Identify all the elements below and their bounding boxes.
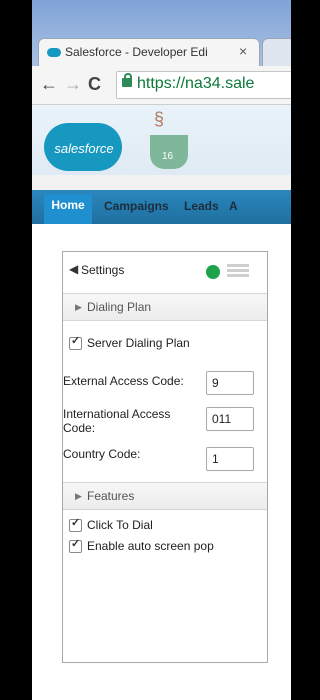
browser-tab-salesforce[interactable]: Salesforce - Developer Edi × xyxy=(38,38,260,67)
mascot-mug-icon: 16 xyxy=(150,135,188,169)
click-to-dial-checkbox[interactable] xyxy=(69,516,82,532)
new-tab-button[interactable] xyxy=(262,38,291,67)
country-code-input[interactable] xyxy=(206,447,254,471)
features-section-header[interactable]: ▶ Features xyxy=(63,482,267,510)
tab-leads[interactable]: Leads xyxy=(184,199,219,213)
international-access-code-input[interactable] xyxy=(206,407,254,431)
browser-toolbar: ← → C https://na34.sale xyxy=(32,66,291,105)
settings-title: Settings xyxy=(81,263,125,277)
server-dialing-plan-checkbox[interactable] xyxy=(69,334,82,350)
auto-screen-pop-checkbox[interactable] xyxy=(69,537,82,553)
browser-tab-strip: Salesforce - Developer Edi × xyxy=(32,0,291,68)
lock-icon xyxy=(122,73,132,87)
reload-icon[interactable]: C xyxy=(88,74,101,95)
address-bar[interactable]: https://na34.sale xyxy=(116,71,291,99)
forward-arrow-icon[interactable]: → xyxy=(64,74,82,95)
international-access-code-label-line2: Code: xyxy=(63,421,96,435)
page-content: ◀ Settings ▶ Dialing Plan Server Dialing… xyxy=(32,224,291,700)
salesforce-tab-bar: Home Campaigns Leads A xyxy=(32,190,291,224)
salesforce-header: salesforce § 16 xyxy=(32,105,291,175)
country-code-label: Country Code: xyxy=(63,447,141,461)
tab-home[interactable]: Home xyxy=(44,194,92,224)
settings-header: ◀ Settings xyxy=(63,252,267,290)
mascot-number: 16 xyxy=(162,151,174,162)
mascot-steam-icon: § xyxy=(154,109,165,129)
settings-panel: ◀ Settings ▶ Dialing Plan Server Dialing… xyxy=(62,251,268,663)
features-caret-icon: ▶ xyxy=(75,491,82,501)
click-to-dial-label: Click To Dial xyxy=(87,518,153,532)
tab-title: Salesforce - Developer Edi xyxy=(65,45,208,59)
tab-campaigns[interactable]: Campaigns xyxy=(104,199,169,213)
external-access-code-input[interactable] xyxy=(206,371,254,395)
salesforce-logo[interactable]: salesforce xyxy=(44,123,122,171)
external-access-code-label: External Access Code: xyxy=(63,374,184,388)
tab-close-icon[interactable]: × xyxy=(239,43,247,59)
dialing-plan-section-header[interactable]: ▶ Dialing Plan xyxy=(63,293,267,321)
international-access-code-label: International Access Code: xyxy=(63,407,170,435)
dialing-plan-label: Dialing Plan xyxy=(87,300,152,314)
back-arrow-icon[interactable]: ← xyxy=(40,74,58,95)
auto-screen-pop-label: Enable auto screen pop xyxy=(87,539,214,553)
server-dialing-plan-label: Server Dialing Plan xyxy=(87,336,190,350)
dialing-plan-caret-icon: ▶ xyxy=(75,302,82,312)
status-indicator-icon xyxy=(206,265,220,279)
salesforce-logo-text: salesforce xyxy=(54,141,114,156)
international-access-code-label-line1: International Access xyxy=(63,407,171,421)
url-text: https://na34.sale xyxy=(137,75,255,92)
salesforce-favicon-icon xyxy=(47,48,61,57)
browser-window: Salesforce - Developer Edi × ← → C https… xyxy=(32,0,291,700)
features-label: Features xyxy=(87,489,135,503)
back-caret-icon[interactable]: ◀ xyxy=(69,262,78,276)
tab-more[interactable]: A xyxy=(229,199,238,213)
menu-icon[interactable] xyxy=(227,264,249,278)
